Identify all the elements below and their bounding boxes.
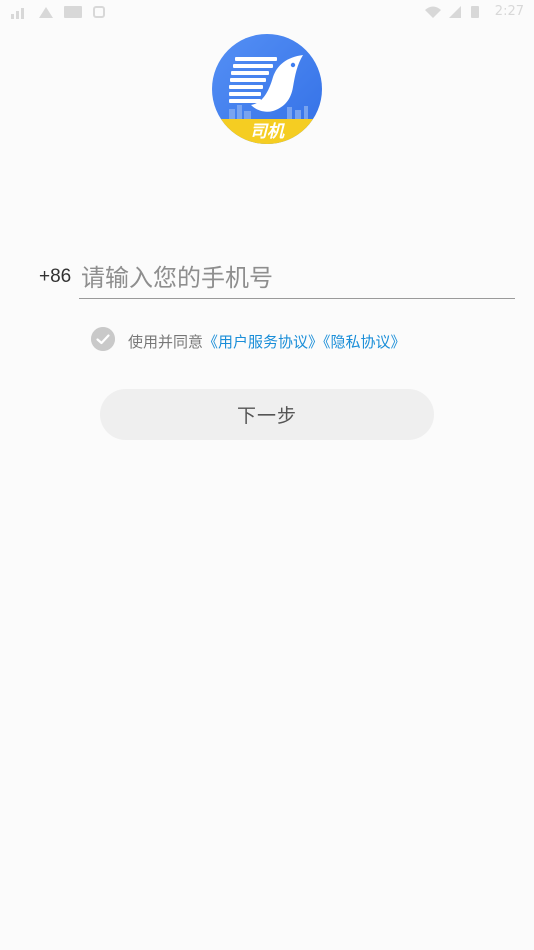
agreement-prefix: 使用并同意 [128,333,204,351]
agreement-checkbox-icon[interactable] [91,327,115,351]
signal-icon [11,8,24,19]
wifi-icon [425,6,441,18]
agreement-text: 使用并同意《用户服务协议》《隐私协议》 [128,331,406,352]
country-code[interactable]: +86 [39,266,71,288]
app-logo: 司机 [212,34,322,144]
status-time: 2:27 [494,4,524,19]
status-bar: 2:27 [0,0,534,26]
privacy-policy-link[interactable]: 《隐私协议》 [323,333,406,351]
next-button[interactable]: 下一步 [100,389,434,440]
logo-badge-text: 司机 [250,122,285,142]
cellular-icon [449,6,461,18]
battery-icon [471,6,479,18]
login-screen: 2:27 司机 +86 请输入您的手机号 使用并同意《用户服务协议》《隐私协议》… [0,0,534,950]
user-agreement-link[interactable]: 《用户服务协议》 [203,333,323,351]
image-icon [64,6,82,18]
shield-icon [93,6,105,18]
phone-input[interactable] [79,258,515,299]
notification-icon [39,7,53,18]
